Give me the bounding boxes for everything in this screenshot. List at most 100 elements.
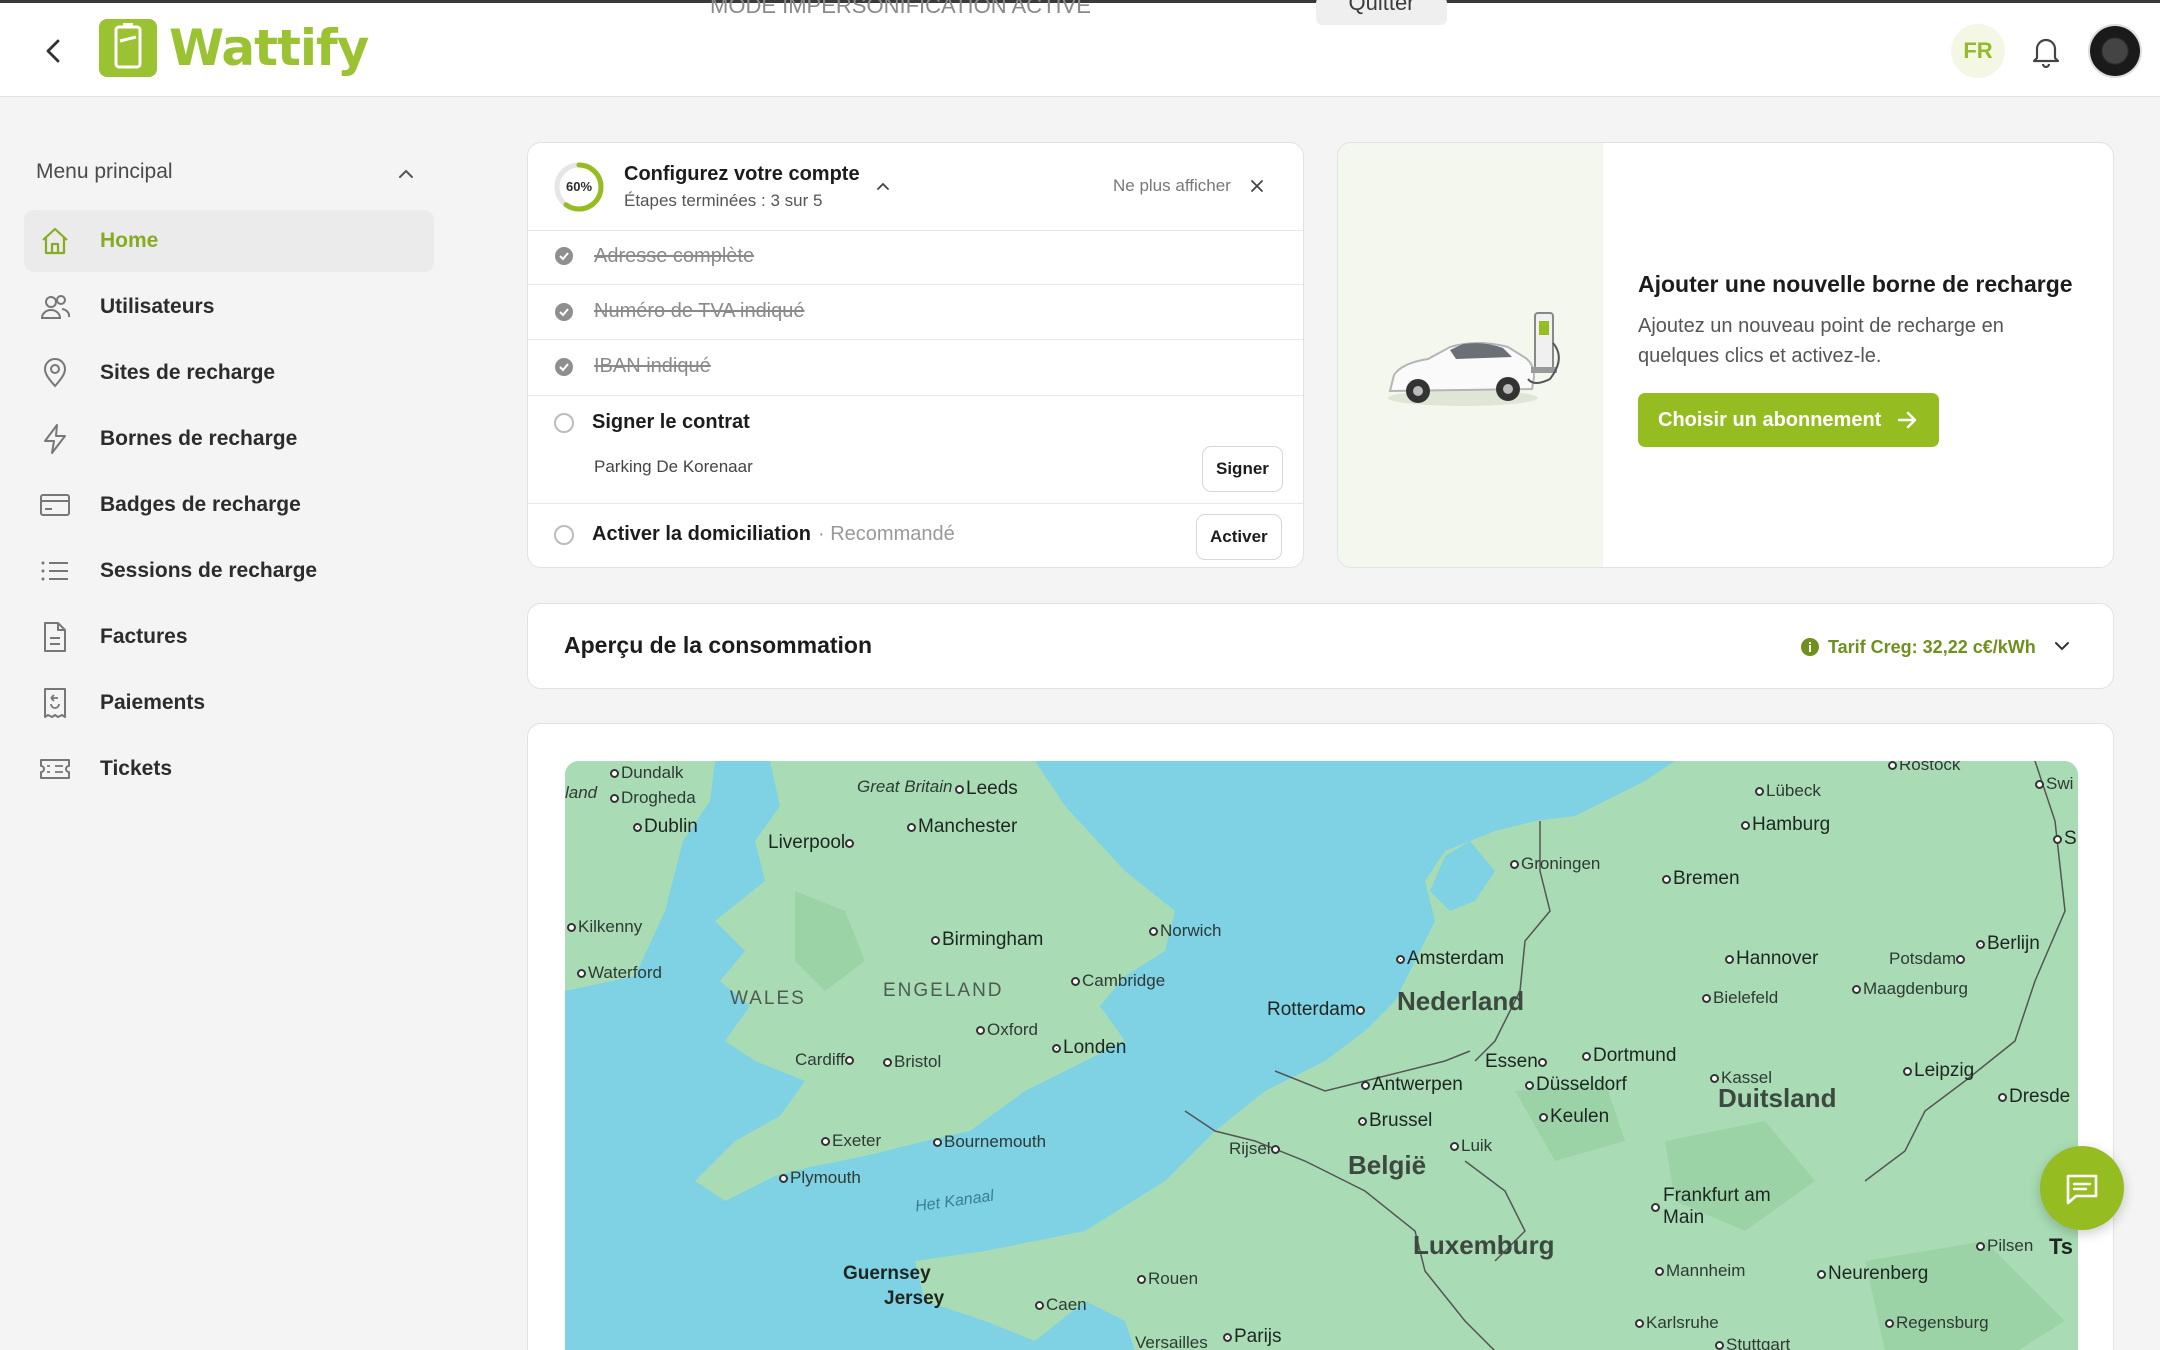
- sidebar-item-home[interactable]: Home: [24, 210, 434, 272]
- main-nav: Home Utilisateurs Sites de recharge Born…: [24, 210, 434, 804]
- task-radio[interactable]: [554, 525, 574, 545]
- map-label-germany: Duitsland: [1718, 1083, 1837, 1113]
- map-label-ireland: land: [565, 783, 598, 802]
- sidebar-item-tickets[interactable]: Tickets: [24, 738, 434, 800]
- home-icon: [42, 227, 68, 255]
- close-icon[interactable]: [1248, 177, 1266, 195]
- task-iban: IBAN indiqué: [594, 355, 711, 377]
- map-label-manchester: Manchester: [907, 816, 1017, 838]
- chevron-up-icon[interactable]: [874, 178, 892, 196]
- task-vat: Numéro de TVA indiqué: [594, 300, 805, 322]
- map-label-cambridge: Cambridge: [1071, 971, 1165, 991]
- sidebar-item-sessions[interactable]: Sessions de recharge: [24, 540, 434, 602]
- dismiss-setup-link[interactable]: Ne plus afficher: [1113, 176, 1231, 196]
- add-charger-card: Ajouter une nouvelle borne de recharge A…: [1337, 142, 2114, 568]
- map-label-drogheda: Drogheda: [610, 788, 696, 808]
- sidebar-item-chargers[interactable]: Bornes de recharge: [24, 408, 434, 470]
- add-charger-description: Ajoutez un nouveau point de recharge en …: [1638, 315, 2004, 367]
- map-label-brussels: Brussel: [1358, 1110, 1432, 1132]
- map-label-rouen: Rouen: [1137, 1269, 1198, 1289]
- quit-button[interactable]: Quitter: [1316, 0, 1447, 25]
- map-label-stuttgart: Stuttgart: [1715, 1335, 1790, 1350]
- divider: [528, 503, 1303, 504]
- map-label-waterford: Waterford: [577, 963, 662, 983]
- map-label-bielefeld: Bielefeld: [1702, 988, 1778, 1008]
- account-setup-card: 60% Configurez votre compte Étapes termi…: [527, 142, 1304, 568]
- map-label-rostock: Rostock: [1888, 761, 1960, 775]
- map-label-luik: Luik: [1450, 1136, 1492, 1156]
- map-label-birmingham: Birmingham: [931, 929, 1043, 951]
- battery-logo-icon: [99, 19, 157, 77]
- check-circle-icon: [555, 247, 573, 265]
- sidebar-item-label: Home: [100, 229, 159, 252]
- divider: [528, 284, 1303, 285]
- map-label-oxford: Oxford: [976, 1020, 1038, 1040]
- setup-subtitle: Étapes terminées : 3 sur 5: [624, 191, 823, 210]
- bell-icon[interactable]: [2027, 32, 2065, 70]
- map-label-dresden: Dresde: [1998, 1086, 2070, 1108]
- tarif-creg: Tarif Creg: 32,22 c€/kWh: [1828, 637, 2036, 657]
- sidebar-item-label: Sites de recharge: [100, 361, 276, 384]
- map-label-leipzig: Leipzig: [1903, 1060, 1974, 1082]
- recommended-tag: · Recommandé: [818, 523, 955, 545]
- menu-title: Menu principal: [36, 160, 173, 183]
- map-label-dortmund: Dortmund: [1582, 1045, 1676, 1067]
- map-label-rotterdam: Rotterdam: [1267, 999, 1367, 1021]
- sidebar-item-sites[interactable]: Sites de recharge: [24, 342, 434, 404]
- task-radio[interactable]: [554, 413, 574, 433]
- map-label-wales: WALES: [730, 988, 806, 1009]
- map-label-potsdam: Potsdam: [1889, 949, 1967, 969]
- check-circle-icon: [555, 303, 573, 321]
- map-label-kilkenny: Kilkenny: [567, 917, 642, 937]
- chat-button[interactable]: [2040, 1146, 2124, 1230]
- divider: [528, 395, 1303, 396]
- map-label-keulen: Keulen: [1539, 1106, 1609, 1128]
- map-label-essen: Essen: [1485, 1051, 1549, 1073]
- task-contract: Signer le contrat: [592, 411, 750, 433]
- map-label-netherlands: Nederland: [1397, 986, 1525, 1016]
- ticket-icon: [40, 759, 70, 779]
- sidebar-item-users[interactable]: Utilisateurs: [24, 276, 434, 338]
- brand-name: Wattify: [169, 19, 369, 77]
- chevron-up-icon[interactable]: [394, 162, 418, 186]
- progress-label: 60%: [565, 179, 593, 194]
- language-switcher[interactable]: FR: [1951, 24, 2005, 78]
- task-address: Adresse complète: [594, 245, 755, 267]
- map-label-dundalk: Dundalk: [610, 763, 683, 783]
- info-icon: [1801, 638, 1819, 656]
- map-label-paris: Parijs: [1223, 1326, 1282, 1348]
- back-arrow-icon[interactable]: [36, 33, 72, 69]
- sidebar-item-label: Utilisateurs: [100, 295, 215, 318]
- map-label-plymouth: Plymouth: [779, 1168, 861, 1188]
- sidebar-item-payments[interactable]: Paiements: [24, 672, 434, 734]
- map-label-liverpool: Liverpool: [768, 832, 856, 854]
- map-label-frankfurt: Frankfurt am Main: [1651, 1185, 1773, 1229]
- users-icon: [40, 295, 71, 319]
- sign-button[interactable]: Signer: [1202, 446, 1283, 492]
- divider: [528, 339, 1303, 340]
- map-pin-icon: [43, 358, 67, 388]
- sites-map[interactable]: Dundalk land Drogheda Dublin Great Brita…: [565, 761, 2078, 1350]
- map-label-mannheim: Mannheim: [1655, 1261, 1745, 1281]
- consumption-overview-panel[interactable]: Aperçu de la consommation Tarif Creg: 32…: [527, 603, 2114, 689]
- contract-site-name: Parking De Korenaar: [594, 457, 753, 476]
- receipt-icon: [44, 688, 66, 718]
- map-label-amsterdam: Amsterdam: [1396, 948, 1504, 970]
- map-label-london: Londen: [1052, 1037, 1126, 1059]
- chat-bubble-icon: [2066, 1174, 2098, 1205]
- sidebar-item-label: Badges de recharge: [100, 493, 301, 516]
- map-label-swi: Swi: [2035, 774, 2073, 794]
- sidebar-item-invoices[interactable]: Factures: [24, 606, 434, 668]
- user-avatar[interactable]: [2090, 26, 2140, 76]
- map-label-england: ENGELAND: [883, 980, 1004, 1001]
- map-label-berlin: Berlijn: [1976, 933, 2040, 955]
- map-label-guernsey: Guernsey: [843, 1263, 931, 1284]
- chevron-down-icon[interactable]: [2051, 635, 2073, 657]
- brand-logo[interactable]: Wattify: [99, 18, 369, 78]
- choose-subscription-button[interactable]: Choisir un abonnement: [1638, 393, 1940, 447]
- activate-button[interactable]: Activer: [1196, 514, 1282, 560]
- map-label-versailles: Versailles: [1135, 1333, 1208, 1350]
- map-label-lubeck: Lübeck: [1755, 781, 1821, 801]
- top-bar: MODE IMPERSONIFICATION ACTIVE Quitter Wa…: [0, 0, 2160, 97]
- sidebar-item-badges[interactable]: Badges de recharge: [24, 474, 434, 536]
